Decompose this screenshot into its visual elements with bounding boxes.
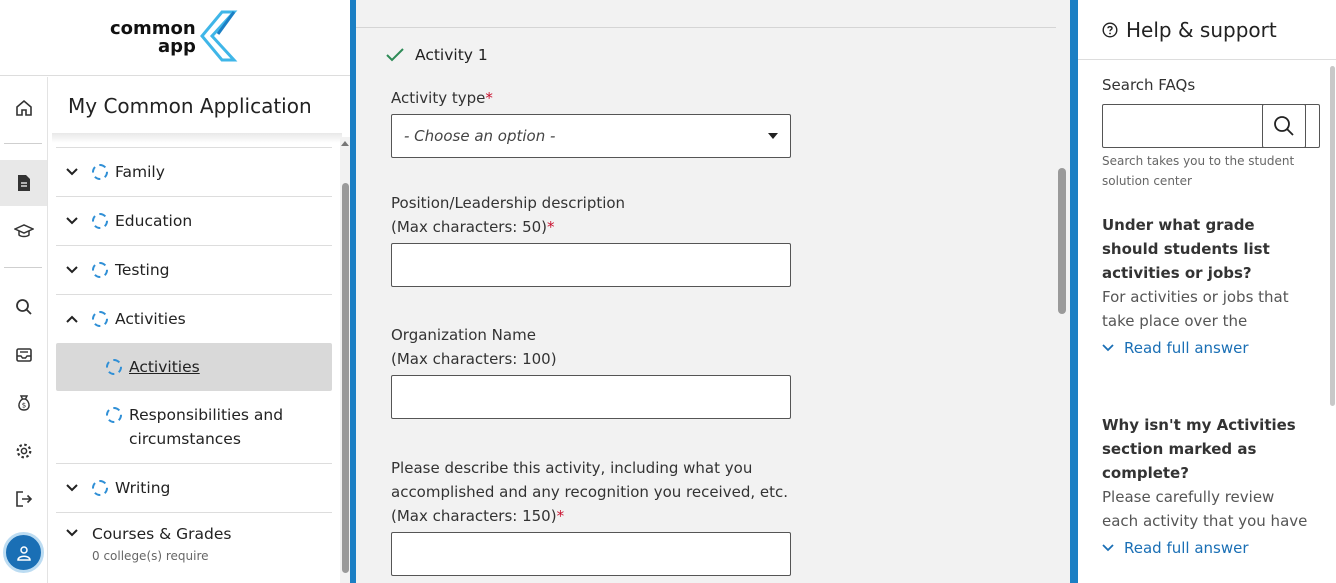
nav-section-label: Activities [115,309,186,328]
incomplete-status-icon [92,479,108,496]
organization-input[interactable] [391,375,791,419]
scroll-up-arrow-icon[interactable] [340,139,350,147]
help-scrollbar-thumb[interactable] [1330,66,1335,406]
help-panel: Help & support Search FAQs Search takes … [1078,0,1336,583]
document-icon [17,175,30,191]
main-scrollbar-thumb[interactable] [1058,168,1066,314]
divider-bar [1070,0,1078,583]
rail-sign-out-button[interactable] [0,476,47,522]
faq-answer-preview: Please carefully review each activity th… [1102,488,1308,530]
chevron-down-icon [66,265,78,273]
nav-section-education[interactable]: Education [56,196,332,244]
nav-section-label: Education [115,211,193,230]
rail-settings-button[interactable] [0,428,47,474]
required-mark: * [556,507,565,525]
search-faqs-button[interactable] [1262,104,1306,148]
faq-answer-preview: For activities or jobs that take place o… [1102,288,1289,330]
section-nav: My Common Application Family Education T… [52,77,350,583]
nav-section-writing[interactable]: Writing [56,463,332,511]
faq-question: Under what grade should students list ac… [1102,216,1270,282]
common-app-logo[interactable]: common app [110,20,196,56]
activity-type-select[interactable]: - Choose an option - [391,114,791,158]
read-more-label: Read full answer [1124,339,1249,357]
nav-section-family[interactable]: Family [56,147,332,195]
chevron-up-icon [66,315,78,323]
activity-form: Activity 1 Activity type* - Choose an op… [356,0,1070,583]
sign-out-icon [15,491,32,507]
incomplete-status-icon [106,359,122,375]
rail-document-button[interactable] [0,160,47,206]
user-icon [16,545,31,561]
nav-section-label: Family [115,162,165,181]
incomplete-status-icon [92,163,108,180]
required-mark: * [547,218,555,236]
chevron-down-icon [1102,344,1114,352]
gear-icon [16,443,31,459]
search-icon [15,299,32,315]
logo-mark-icon [200,10,238,62]
chevron-down-icon [66,529,78,537]
incomplete-status-icon [92,261,108,278]
required-mark: * [485,89,493,107]
nav-section-label: Writing [115,478,171,497]
graduation-cap-icon [13,224,34,238]
rail-college-search-button[interactable] [0,208,47,254]
checkmark-icon [386,48,404,62]
user-avatar-button[interactable] [3,532,44,573]
read-more-label: Read full answer [1124,539,1249,557]
nav-section-label: Courses & Grades [92,525,232,543]
nav-section-sublabel: 0 college(s) require [92,549,209,563]
inbox-icon [15,348,32,362]
activity-type-value: - Choose an option - [404,127,556,145]
nav-subitem-label: Responsibilities and circumstances [129,406,284,448]
search-hint: Search takes you to the student solution… [1102,154,1295,188]
nav-scrollbar-thumb[interactable] [342,183,349,573]
activity-header-label: Activity 1 [415,46,488,64]
activity-type-label: Activity type* [391,89,493,107]
icon-rail: $ [0,77,48,583]
organization-label: Organization Name (Max characters: 100) [391,326,557,368]
nav-subitem-label: Activities [129,358,200,376]
chevron-down-icon [66,167,78,175]
question-circle-icon [1102,21,1118,38]
svg-text:$: $ [21,402,25,410]
logo-area: common app [0,0,350,76]
nav-subitem-responsibilities[interactable]: Responsibilities and circumstances [56,403,332,461]
rail-search-button[interactable] [0,284,47,330]
incomplete-status-icon [92,310,108,327]
read-full-answer-link[interactable]: Read full answer [1102,339,1249,357]
search-icon [1274,116,1294,136]
chevron-down-icon [1102,544,1114,552]
activity-header[interactable]: Activity 1 [386,46,488,64]
money-bag-icon: $ [17,395,30,411]
description-label: Please describe this activity, including… [391,459,789,525]
caret-down-icon [768,133,778,139]
help-header: Help & support [1078,0,1336,60]
nav-section-testing[interactable]: Testing [56,245,332,293]
nav-section-courses-grades[interactable]: Courses & Grades 0 college(s) require [56,512,332,572]
search-faqs-label: Search FAQs [1102,76,1196,94]
help-title: Help & support [1126,17,1277,42]
faq-question: Why isn't my Activities section marked a… [1102,416,1296,482]
incomplete-status-icon [106,407,122,423]
nav-section-activities[interactable]: Activities [56,294,332,342]
chevron-down-icon [66,483,78,491]
home-icon [15,99,32,116]
rail-home-button[interactable] [0,85,47,131]
description-input[interactable] [391,532,791,576]
chevron-down-icon [66,216,78,224]
read-full-answer-link[interactable]: Read full answer [1102,539,1249,557]
rail-inbox-button[interactable] [0,332,47,378]
position-input[interactable] [391,243,791,287]
nav-subitem-activities[interactable]: Activities [56,343,332,391]
incomplete-status-icon [92,212,108,229]
nav-section-label: Testing [115,260,170,279]
rail-financial-aid-button[interactable]: $ [0,380,47,426]
position-label: Position/Leadership description (Max cha… [391,194,626,236]
logo-line2: app [158,36,196,57]
nav-title: My Common Application [68,94,312,118]
